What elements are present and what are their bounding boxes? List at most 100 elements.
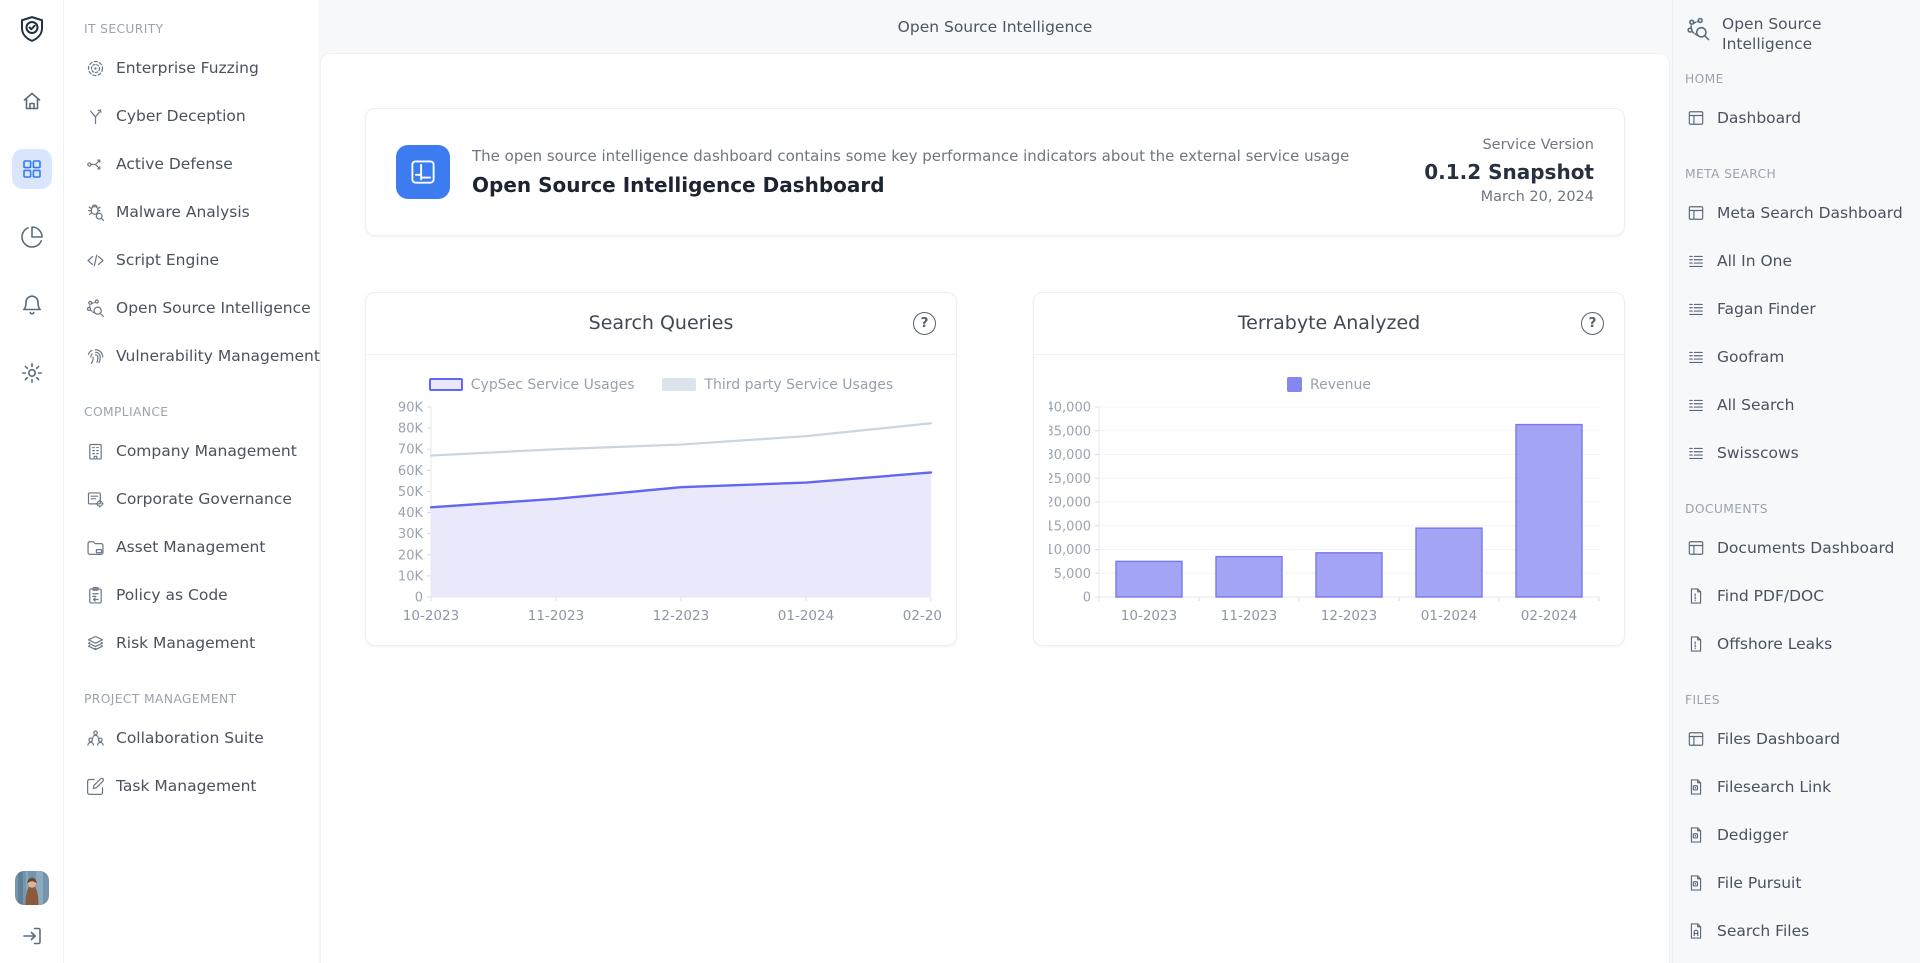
main-area: Open Source Intelligence The open source… (318, 0, 1672, 963)
sidebar-item-active-defense[interactable]: Active Defense (64, 140, 318, 188)
list-icon (1685, 346, 1707, 368)
rail-nav (12, 81, 52, 393)
sidebar-item-search-files[interactable]: Search Files (1685, 907, 1912, 955)
svg-text:5,000: 5,000 (1054, 566, 1091, 581)
help-icon[interactable] (913, 312, 936, 335)
svg-text:02-2024: 02-2024 (903, 608, 941, 624)
svg-text:02-2024: 02-2024 (1521, 608, 1577, 624)
sidebar-item-dedigger[interactable]: Dedigger (1685, 811, 1912, 859)
file-gear-icon (1685, 872, 1707, 894)
logout-icon[interactable] (15, 919, 49, 953)
legend-item-revenue[interactable]: Revenue (1287, 377, 1371, 393)
svg-text:40K: 40K (398, 506, 424, 521)
svg-text:10,000: 10,000 (1049, 543, 1091, 558)
gear-icon[interactable] (12, 353, 52, 393)
svg-text:15,000: 15,000 (1049, 519, 1091, 534)
section-heading-compliance: COMPLIANCE (64, 397, 318, 427)
sidebar-item-script-engine[interactable]: Script Engine (64, 236, 318, 284)
layers-icon (84, 632, 106, 654)
sidebar-item-policy-as-code[interactable]: Policy as Code (64, 571, 318, 619)
svg-text:11-2023: 11-2023 (1221, 608, 1277, 624)
people-group-icon (84, 727, 106, 749)
sidebar-item-fagan-finder[interactable]: Fagan Finder (1685, 285, 1912, 333)
list-icon (1685, 250, 1707, 272)
window-icon (1685, 107, 1707, 129)
list-icon (1685, 298, 1707, 320)
list-icon (1685, 394, 1707, 416)
sidebar-item-files-dashboard[interactable]: Files Dashboard (1685, 715, 1912, 763)
sidebar-item-enterprise-fuzzing[interactable]: Enterprise Fuzzing (64, 44, 318, 92)
sidebar-item-collaboration-suite[interactable]: Collaboration Suite (64, 714, 318, 762)
svg-text:30K: 30K (398, 527, 424, 542)
section-heading-home: HOME (1685, 64, 1912, 94)
terrabyte-analyzed-legend: Revenue (1044, 377, 1614, 393)
file-gear-icon (1685, 776, 1707, 798)
file-gear-icon (1685, 824, 1707, 846)
sidebar-item-filesearch-link[interactable]: Filesearch Link (1685, 763, 1912, 811)
bug-search-icon (84, 201, 106, 223)
content-panel: The open source intelligence dashboard c… (320, 53, 1670, 963)
clipboard-icon (84, 584, 106, 606)
service-version-label: Service Version (1424, 135, 1594, 157)
search-queries-title: Search Queries (589, 312, 734, 334)
svg-text:50K: 50K (398, 484, 424, 499)
svg-text:11-2023: 11-2023 (528, 608, 584, 624)
sidebar-item-vulnerability-management[interactable]: Vulnerability Management (64, 332, 318, 380)
sidebar-item-corporate-governance[interactable]: Corporate Governance (64, 475, 318, 523)
info-description: The open source intelligence dashboard c… (472, 147, 1349, 165)
dashboard-info-card: The open source intelligence dashboard c… (365, 108, 1625, 236)
home-icon[interactable] (12, 81, 52, 121)
sidebar-item-malware-analysis[interactable]: Malware Analysis (64, 188, 318, 236)
svg-text:01-2024: 01-2024 (778, 608, 834, 624)
svg-text:90K: 90K (398, 400, 424, 415)
pie-chart-icon[interactable] (12, 217, 52, 257)
sidebar-item-cyber-deception[interactable]: Cyber Deception (64, 92, 318, 140)
sidebar-item-company-management[interactable]: Company Management (64, 427, 318, 475)
search-queries-legend: CypSec Service Usages Third party Service… (376, 377, 946, 393)
svg-text:35,000: 35,000 (1049, 424, 1091, 439)
legend-item-third-party-service-usages[interactable]: Third party Service Usages (662, 377, 893, 393)
document-icon (1685, 633, 1707, 655)
legend-swatch (1287, 377, 1302, 392)
dashboard-grid-icon[interactable] (12, 149, 52, 189)
network-search-icon (1685, 16, 1712, 47)
right-sidebar-header: Open Source Intelligence (1685, 14, 1912, 54)
edit-square-icon (84, 775, 106, 797)
branch-icon (84, 105, 106, 127)
sidebar-item-find-pdf-doc[interactable]: Find PDF/DOC (1685, 572, 1912, 620)
svg-text:20,000: 20,000 (1049, 495, 1091, 510)
sidebar-item-asset-management[interactable]: Asset Management (64, 523, 318, 571)
terrabyte-analyzed-chart: 05,00010,00015,00020,00025,00030,00035,0… (1044, 395, 1614, 637)
sidebar-item-all-search[interactable]: All Search (1685, 381, 1912, 429)
help-icon[interactable] (1581, 312, 1604, 335)
legend-item-cypsec-service-usages[interactable]: CypSec Service Usages (429, 377, 635, 393)
section-heading-documents: DOCUMENTS (1685, 494, 1912, 524)
svg-text:60K: 60K (398, 463, 424, 478)
sidebar-item-task-management[interactable]: Task Management (64, 762, 318, 810)
svg-text:12-2023: 12-2023 (1321, 608, 1377, 624)
sidebar-item-open-source-intelligence[interactable]: Open Source Intelligence (64, 284, 318, 332)
section-heading-it-security: IT SECURITY (64, 14, 318, 44)
legend-swatch (662, 378, 696, 391)
building-icon (84, 440, 106, 462)
sidebar-item-risk-management[interactable]: Risk Management (64, 619, 318, 667)
bell-icon[interactable] (12, 285, 52, 325)
page-title: Open Source Intelligence (318, 0, 1672, 53)
svg-text:70K: 70K (398, 442, 424, 457)
terrabyte-analyzed-card: Terrabyte Analyzed Revenue 05,00010,0001… (1033, 292, 1625, 646)
sidebar-item-file-pursuit[interactable]: File Pursuit (1685, 859, 1912, 907)
sidebar-item-dashboard[interactable]: Dashboard (1685, 94, 1912, 142)
sidebar-item-swisscows[interactable]: Swisscows (1685, 429, 1912, 477)
fingerprint-icon (84, 345, 106, 367)
sidebar-item-all-in-one[interactable]: All In One (1685, 237, 1912, 285)
section-heading-project-management: PROJECT MANAGEMENT (64, 684, 318, 714)
svg-text:80K: 80K (398, 421, 424, 436)
sidebar-item-goofram[interactable]: Goofram (1685, 333, 1912, 381)
sidebar-item-meta-search-dashboard[interactable]: Meta Search Dashboard (1685, 189, 1912, 237)
charts-row: Search Queries CypSec Service Usages Thir… (365, 292, 1625, 646)
file-a-icon (1685, 920, 1707, 942)
sidebar-item-offshore-leaks[interactable]: Offshore Leaks (1685, 620, 1912, 668)
sidebar-item-documents-dashboard[interactable]: Documents Dashboard (1685, 524, 1912, 572)
user-avatar[interactable] (15, 871, 49, 905)
code-icon (84, 249, 106, 271)
